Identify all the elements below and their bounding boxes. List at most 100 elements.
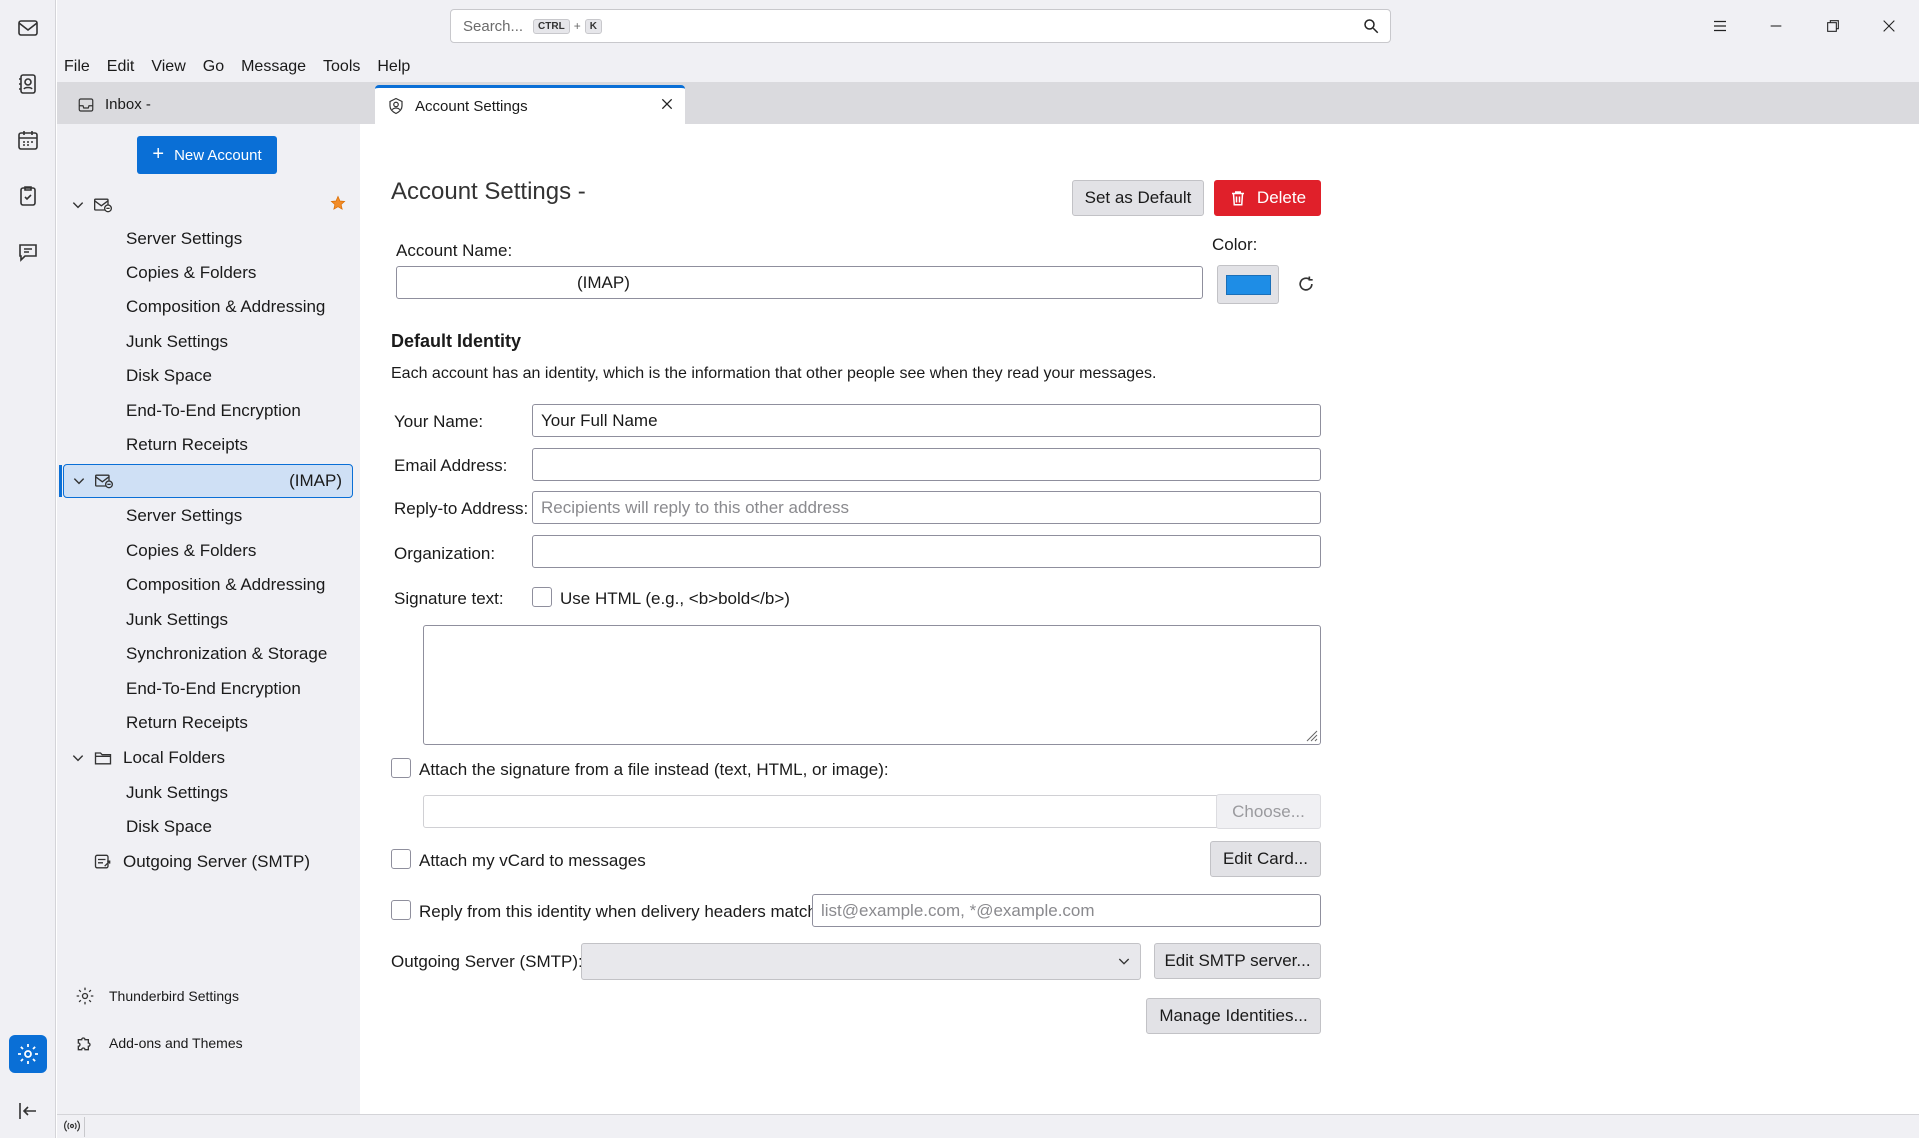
menu-view[interactable]: View [151, 58, 185, 76]
thunderbird-settings-label: Thunderbird Settings [109, 988, 239, 1004]
tasks-icon[interactable] [9, 177, 47, 215]
mail-space-icon[interactable] [9, 9, 47, 47]
chevron-down-icon[interactable] [70, 472, 88, 490]
email-input[interactable] [532, 448, 1321, 481]
close-tab-icon[interactable] [659, 96, 675, 116]
reset-color-icon[interactable] [1296, 274, 1316, 299]
chevron-down-icon[interactable] [69, 196, 87, 214]
account-2-e2e[interactable]: End-To-End Encryption [57, 672, 360, 706]
account-name-label: Account Name: [396, 241, 513, 260]
tree-item-label: Junk Settings [126, 332, 229, 351]
account-1-receipts[interactable]: Return Receipts [57, 428, 360, 462]
your-name-input[interactable]: Your Full Name [532, 404, 1321, 437]
local-disk-space[interactable]: Disk Space [57, 810, 360, 844]
outgoing-server-row[interactable]: Outgoing Server (SMTP) [57, 845, 360, 879]
local-junk[interactable]: Junk Settings [57, 776, 360, 810]
account-2-composition[interactable]: Composition & Addressing [57, 568, 360, 602]
tree-item-label: End-To-End Encryption [126, 401, 301, 420]
menu-help[interactable]: Help [377, 58, 410, 76]
close-window-icon[interactable] [1869, 10, 1909, 42]
search-icon[interactable] [1362, 17, 1380, 39]
resize-grip-icon[interactable] [1304, 728, 1318, 742]
tree-item-label: Disk Space [126, 817, 212, 836]
account-2-server-settings[interactable]: Server Settings [57, 499, 360, 533]
delete-label: Delete [1256, 188, 1307, 207]
account-2-copies-folders[interactable]: Copies & Folders [57, 534, 360, 568]
account-color-picker[interactable] [1217, 265, 1279, 304]
minimize-icon[interactable] [1756, 10, 1796, 42]
mail-account-icon [94, 471, 114, 491]
tree-item-label: Return Receipts [126, 713, 248, 732]
menu-tools[interactable]: Tools [323, 58, 360, 76]
account-2-row[interactable]: (IMAP) [63, 464, 353, 498]
tree-item-label: Junk Settings [126, 610, 229, 629]
account-settings-pane: Account Settings - Set as Default Delete… [360, 124, 1919, 1114]
local-folders-label: Local Folders [123, 748, 226, 767]
address-book-icon[interactable] [9, 65, 47, 103]
edit-card-button[interactable]: Edit Card... [1210, 841, 1321, 877]
local-folders-row[interactable]: Local Folders [57, 741, 360, 775]
online-status-icon[interactable] [63, 1117, 85, 1137]
reply-to-input[interactable]: Recipients will reply to this other addr… [532, 491, 1321, 524]
app-menu-icon[interactable] [1700, 10, 1740, 42]
mail-account-icon [93, 195, 113, 215]
account-2-receipts[interactable]: Return Receipts [57, 706, 360, 740]
reply-from-checkbox[interactable] [391, 900, 411, 920]
new-account-button[interactable]: + New Account [137, 136, 277, 174]
tree-item-label: End-To-End Encryption [126, 679, 301, 698]
attach-signature-checkbox[interactable] [391, 758, 411, 778]
set-as-default-button[interactable]: Set as Default [1072, 180, 1204, 216]
chevron-down-icon[interactable] [69, 749, 87, 767]
tree-item-label: Composition & Addressing [126, 575, 326, 594]
color-swatch-fill [1226, 275, 1271, 295]
outgoing-server-select[interactable] [581, 943, 1141, 980]
your-name-value: Your Full Name [541, 410, 658, 430]
account-1-copies-folders[interactable]: Copies & Folders [57, 256, 360, 290]
signature-file-input[interactable] [423, 795, 1268, 828]
account-1-junk[interactable]: Junk Settings [57, 325, 360, 359]
attach-vcard-checkbox[interactable] [391, 849, 411, 869]
account-1-row[interactable] [57, 188, 360, 222]
edit-smtp-server-button[interactable]: Edit SMTP server... [1154, 943, 1321, 979]
use-html-checkbox[interactable] [532, 587, 552, 607]
menu-message[interactable]: Message [241, 58, 306, 76]
account-1-e2e[interactable]: End-To-End Encryption [57, 394, 360, 428]
chat-icon[interactable] [9, 233, 47, 271]
tree-item-label: Return Receipts [126, 435, 248, 454]
calendar-icon[interactable] [9, 121, 47, 159]
account-2-sync-storage[interactable]: Synchronization & Storage [57, 637, 360, 671]
restore-icon[interactable] [1813, 10, 1853, 42]
tree-item-label: Composition & Addressing [126, 297, 326, 316]
addons-themes-label: Add-ons and Themes [109, 1035, 243, 1051]
tree-item-label: Copies & Folders [126, 541, 257, 560]
account-1-composition[interactable]: Composition & Addressing [57, 290, 360, 324]
tab-inbox[interactable]: Inbox - [63, 85, 373, 124]
reply-from-input[interactable]: list@example.com, *@example.com [812, 894, 1321, 927]
choose-file-button[interactable]: Choose... [1216, 794, 1321, 829]
account-name-value: (IMAP) [577, 272, 630, 292]
tree-item-label: Server Settings [126, 506, 243, 525]
delete-account-button[interactable]: Delete [1214, 180, 1321, 216]
thunderbird-settings-link[interactable]: Thunderbird Settings [75, 986, 239, 1006]
account-2-junk[interactable]: Junk Settings [57, 603, 360, 637]
tree-item-label: Synchronization & Storage [126, 644, 328, 663]
organization-label: Organization: [394, 544, 496, 563]
outgoing-server-icon [93, 852, 113, 872]
account-name-input[interactable]: (IMAP) [396, 266, 1203, 299]
menu-edit[interactable]: Edit [107, 58, 135, 76]
settings-space-icon[interactable] [9, 1035, 47, 1073]
manage-identities-button[interactable]: Manage Identities... [1146, 998, 1321, 1034]
signature-textarea[interactable] [423, 625, 1321, 745]
addons-themes-link[interactable]: Add-ons and Themes [75, 1033, 243, 1053]
folder-icon [93, 748, 113, 768]
tab-account-settings[interactable]: Account Settings [375, 85, 685, 124]
menu-go[interactable]: Go [203, 58, 224, 76]
organization-input[interactable] [532, 535, 1321, 568]
account-1-disk-space[interactable]: Disk Space [57, 359, 360, 393]
collapse-spaces-icon[interactable] [9, 1092, 47, 1130]
menu-file[interactable]: File [64, 58, 90, 76]
search-input[interactable]: Search... CTRL + K [450, 9, 1391, 43]
menu-bar: File Edit View Go Message Tools Help [57, 52, 1919, 82]
tab-inbox-label: Inbox - [105, 96, 151, 113]
account-1-server-settings[interactable]: Server Settings [57, 222, 360, 256]
